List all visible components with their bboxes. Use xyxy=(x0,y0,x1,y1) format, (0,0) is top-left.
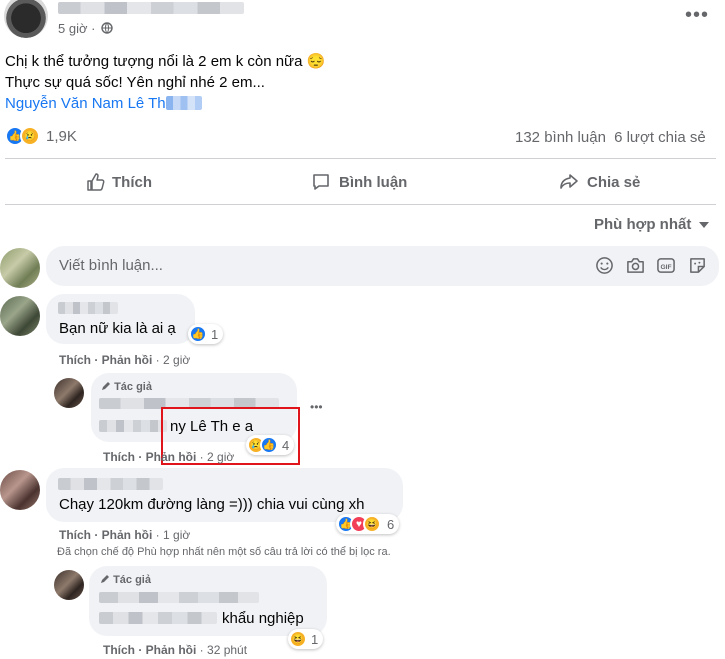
share-icon xyxy=(560,174,578,189)
reply-text-redacted xyxy=(99,612,217,624)
reaction-summary[interactable]: 👍 😢 1,9K xyxy=(5,126,77,146)
composer-placeholder: Viết bình luận... xyxy=(59,257,163,274)
comment-footer: Thích · Phản hồi · 1 giờ xyxy=(59,528,191,542)
like-button[interactable]: Thích xyxy=(86,172,152,192)
share-count[interactable]: 6 lượt chia sẻ xyxy=(614,129,706,146)
post-tags: Nguyễn Văn Nam Lê Th xyxy=(5,95,202,112)
sort-label: Phù hợp nhất xyxy=(594,216,692,233)
svg-text:GIF: GIF xyxy=(660,264,671,271)
reply-reactions[interactable]: 😆 1 xyxy=(288,629,324,649)
reply-reply-link[interactable]: Phản hồi xyxy=(146,450,197,464)
reaction-count: 6 xyxy=(387,516,395,532)
comment-reply-link[interactable]: Phản hồi xyxy=(102,528,153,542)
author-avatar[interactable] xyxy=(54,570,84,600)
tag-link[interactable]: Nguyễn Văn Nam Lê Th xyxy=(5,95,166,112)
thumbs-up-icon xyxy=(87,173,105,191)
reply-like-link[interactable]: Thích xyxy=(103,450,135,464)
comment-like-link[interactable]: Thích xyxy=(59,528,91,542)
reply-reply-link[interactable]: Phản hồi xyxy=(146,643,197,657)
caret-down-icon xyxy=(699,221,710,228)
tag-redacted xyxy=(165,96,202,110)
reaction-count: 4 xyxy=(282,437,290,453)
sticker-icon[interactable] xyxy=(688,256,707,275)
camera-icon[interactable] xyxy=(626,256,645,275)
comment-button[interactable]: Bình luận xyxy=(311,172,407,192)
author-avatar[interactable] xyxy=(54,378,84,408)
reply-reactions[interactable]: 😢 👍 4 xyxy=(246,435,295,455)
post-time[interactable]: 5 giờ · xyxy=(58,21,95,36)
emoji-icon[interactable] xyxy=(595,256,614,275)
comment-reactions[interactable]: 👍 ♥ 😆 6 xyxy=(336,514,400,534)
reaction-count: 1 xyxy=(211,326,219,342)
reply-text-redacted xyxy=(99,420,167,432)
author-badge-label: Tác giả xyxy=(113,574,151,586)
commenter-name-redacted[interactable] xyxy=(58,302,118,314)
author-badge: Tác giả xyxy=(101,381,152,393)
reaction-count: 1,9K xyxy=(46,127,77,145)
author-name-redacted[interactable] xyxy=(99,592,259,603)
comment-bubble: Bạn nữ kia là ai ạ xyxy=(46,294,195,344)
gif-icon[interactable]: GIF xyxy=(656,256,676,275)
reply-footer: Thích · Phản hồi · 32 phút xyxy=(103,643,248,657)
sort-dropdown[interactable]: Phù hợp nhất xyxy=(594,216,710,233)
pen-icon xyxy=(102,382,110,390)
reaction-count: 1 xyxy=(311,631,319,647)
comment-button-label: Bình luận xyxy=(339,173,408,191)
comment-text: Bạn nữ kia là ai ạ xyxy=(59,320,176,337)
filter-note: Đã chọn chế độ Phù hợp nhất nên một số c… xyxy=(57,546,391,558)
post-counts: 132 bình luận 6 lượt chia sẻ xyxy=(515,129,706,146)
comment-footer: Thích · Phản hồi · 2 giờ xyxy=(59,353,191,367)
comment-like-link[interactable]: Thích xyxy=(59,353,91,367)
like-reaction-icon: 👍 xyxy=(189,325,207,343)
reply-bubble: Tác giả khẩu nghiệp xyxy=(89,566,327,636)
like-button-label: Thích xyxy=(112,173,152,191)
reply-time[interactable]: 32 phút xyxy=(207,643,247,657)
comment-reply-link[interactable]: Phản hồi xyxy=(102,353,153,367)
post-text-line-2: Thực sự quá sốc! Yên nghỉ nhé 2 em... xyxy=(5,74,265,91)
comment-composer[interactable]: Viết bình luận... GIF xyxy=(46,246,719,286)
divider xyxy=(5,158,716,159)
more-dots-icon[interactable]: ••• xyxy=(685,5,709,25)
author-badge: Tác giả xyxy=(100,574,151,586)
commenter-avatar[interactable] xyxy=(0,470,40,510)
post-meta: 5 giờ · xyxy=(58,21,113,36)
comment-text: Chạy 120km đường làng =))) chia vui cùng… xyxy=(59,496,365,513)
commenter-avatar[interactable] xyxy=(0,296,40,336)
post-text-line-1: Chị k thể tưởng tượng nổi là 2 em k còn … xyxy=(5,53,326,70)
reply-like-link[interactable]: Thích xyxy=(103,643,135,657)
author-badge-label: Tác giả xyxy=(114,381,152,393)
comment-count[interactable]: 132 bình luận xyxy=(515,129,606,146)
pen-icon xyxy=(101,575,109,583)
poster-avatar[interactable] xyxy=(4,0,48,38)
sad-reaction-icon: 😢 xyxy=(20,126,40,146)
reply-footer: Thích · Phản hồi · 2 giờ xyxy=(103,450,235,464)
share-button[interactable]: Chia sẻ xyxy=(559,172,640,192)
comment-time[interactable]: 1 giờ xyxy=(163,528,190,542)
like-reaction-icon: 👍 xyxy=(260,436,278,454)
divider xyxy=(5,204,716,205)
reply-text: khẩu nghiệp xyxy=(222,610,304,627)
reply-time[interactable]: 2 giờ xyxy=(207,450,234,464)
reply-more-dots-icon[interactable]: ••• xyxy=(310,401,323,413)
globe-icon xyxy=(101,22,113,34)
comment-icon xyxy=(313,174,329,190)
haha-reaction-icon: 😆 xyxy=(289,630,307,648)
comment-time[interactable]: 2 giờ xyxy=(163,353,190,367)
haha-reaction-icon: 😆 xyxy=(363,515,381,533)
poster-name-redacted[interactable] xyxy=(58,2,244,14)
current-user-avatar[interactable] xyxy=(0,248,40,288)
comment-reactions[interactable]: 👍 1 xyxy=(188,324,224,344)
share-button-label: Chia sẻ xyxy=(587,173,641,191)
reply-text: ny Lê Th e a xyxy=(170,418,254,435)
commenter-name-redacted[interactable] xyxy=(58,478,163,490)
